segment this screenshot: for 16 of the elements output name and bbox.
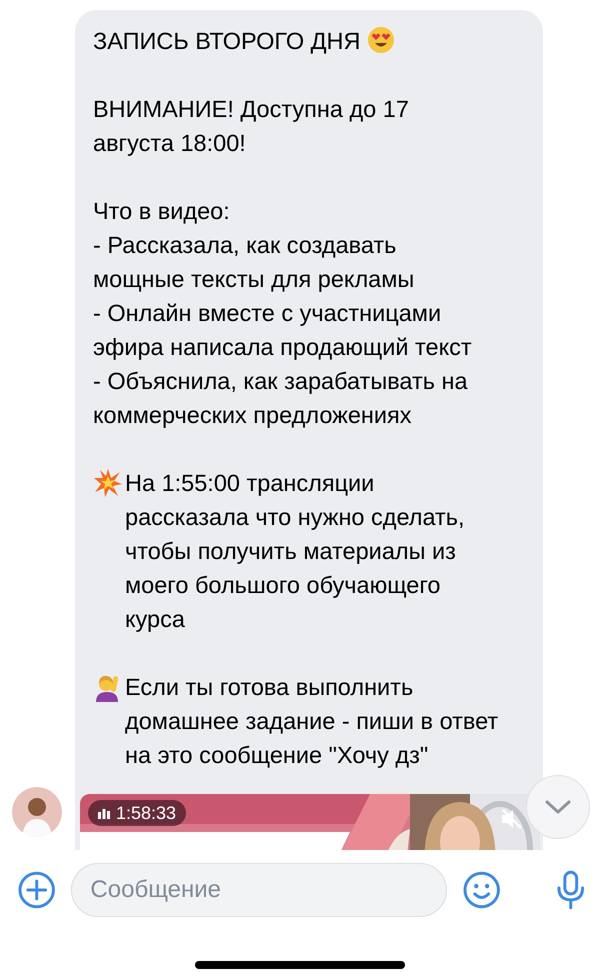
- message-input-field[interactable]: Сообщение: [71, 863, 448, 917]
- message-text: Если ты готова выполнить домашнее задание - пиши в ответ на это сообщение "Хочу дз": [125, 673, 498, 770]
- audio-bars-icon: [98, 808, 110, 818]
- message-text: Что в видео: - Рассказала, как создавать мощные тексты для рекламы - Онлайн вместе с участницами эфира написала продающий текст - Объяснила, как зарабатывать на коммерческих предложениях: [93, 197, 472, 430]
- emoji-icon[interactable]: [463, 871, 501, 909]
- avatar[interactable]: [12, 787, 62, 837]
- duration-text: 1:58:33: [116, 803, 176, 823]
- add-icon[interactable]: [18, 871, 56, 909]
- message-text: ВНИМАНИЕ! Доступна до 17 августа 18:00!: [93, 95, 409, 158]
- microphone-icon[interactable]: [554, 870, 586, 910]
- heart-eyes-face-icon: [366, 26, 394, 54]
- message-text: ЗАПИСЬ ВТОРОГО ДНЯ: [93, 27, 360, 56]
- explosion-icon: [93, 468, 123, 498]
- chevron-down-icon: [545, 800, 571, 814]
- muted-speaker-icon[interactable]: [500, 808, 524, 830]
- message-text: На 1:55:00 трансляции рассказала что нужно сделать, чтобы получить материалы из моего большого обучающего курса: [125, 469, 465, 634]
